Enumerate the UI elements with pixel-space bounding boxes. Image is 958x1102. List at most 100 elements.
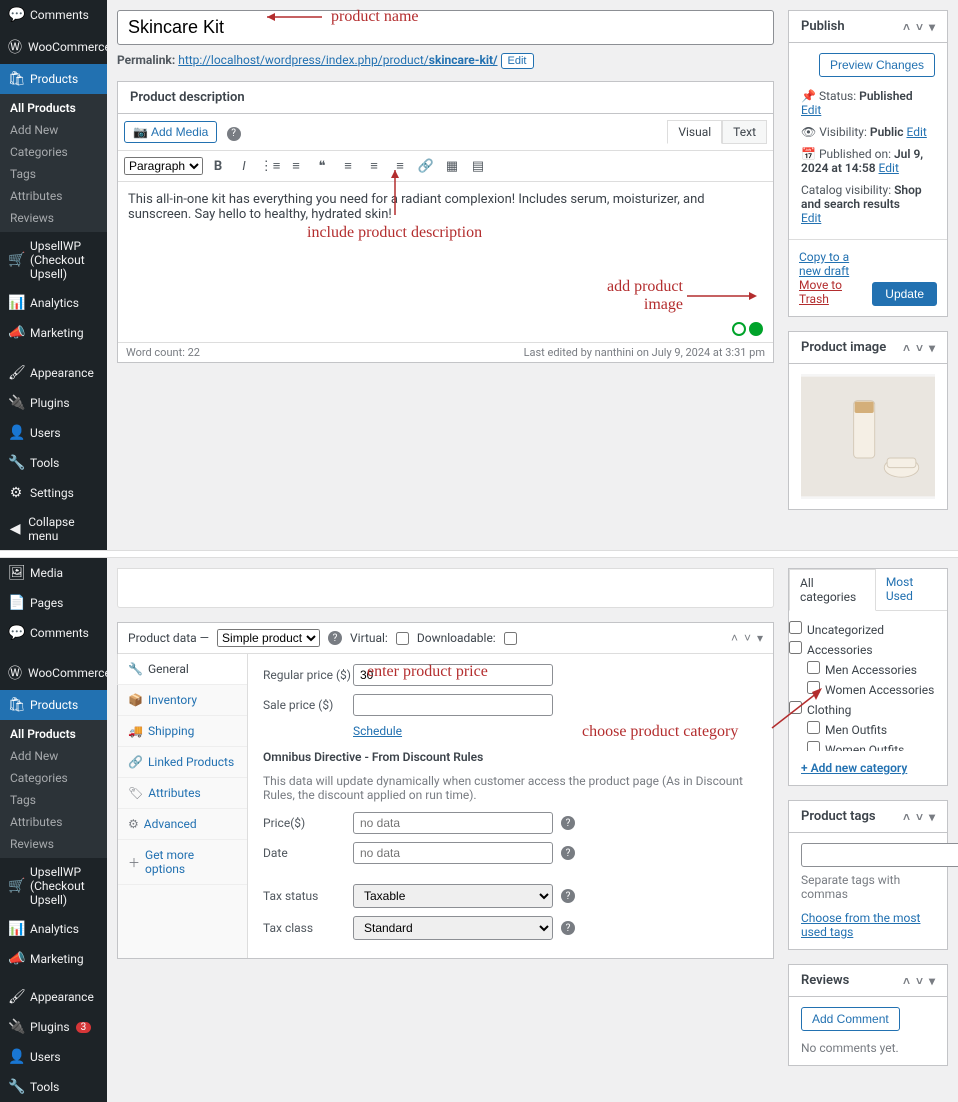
sidebar-item-users[interactable]: 👤Users <box>0 1042 107 1072</box>
sidebar-item-users[interactable]: 👤Users <box>0 418 107 448</box>
align-right-button[interactable]: ≡ <box>389 155 411 177</box>
product-image-preview[interactable] <box>801 374 935 499</box>
add-comment-button[interactable]: Add Comment <box>801 1007 900 1031</box>
tab-inventory[interactable]: 📦Inventory <box>118 685 247 716</box>
chevron-up-icon[interactable]: ˄ <box>903 974 910 988</box>
cat-men-accessories[interactable] <box>807 661 820 674</box>
cat-accessories[interactable] <box>789 641 802 654</box>
sidebar-item-plugins[interactable]: 🔌Plugins <box>0 388 107 418</box>
tag-input[interactable] <box>801 843 958 867</box>
sidebar-item-marketing[interactable]: 📣Marketing <box>0 318 107 348</box>
tab-more[interactable]: ＋Get more options <box>118 840 247 885</box>
sidebar-item-plugins[interactable]: 🔌Plugins 3 <box>0 1012 107 1042</box>
quote-button[interactable]: ❝ <box>311 155 333 177</box>
submenu-all-products[interactable]: All Products <box>0 97 107 119</box>
tab-shipping[interactable]: 🚚Shipping <box>118 716 247 747</box>
submenu-add-new[interactable]: Add New <box>0 119 107 141</box>
tax-class-select[interactable]: Standard <box>353 916 553 940</box>
sidebar-item-marketing[interactable]: 📣Marketing <box>0 944 107 974</box>
toggle-icon[interactable]: ▾ <box>929 810 935 824</box>
product-type-select[interactable]: Simple product <box>217 629 320 647</box>
sidebar-item-appearance[interactable]: 🖌Appearance <box>0 358 107 388</box>
tab-text[interactable]: Text <box>722 120 767 144</box>
chevron-up-icon[interactable]: ˄ <box>731 631 738 645</box>
sidebar-item-woocommerce[interactable]: ⓌWooCommerce <box>0 30 107 64</box>
help-icon[interactable]: ? <box>227 127 241 141</box>
cat-uncategorized[interactable] <box>789 621 802 634</box>
ul-button[interactable]: ⋮≡ <box>259 155 281 177</box>
chevron-down-icon[interactable]: ˅ <box>744 631 751 645</box>
add-media-button[interactable]: 📷Add Media <box>124 121 217 143</box>
tab-most-used[interactable]: Most Used <box>876 569 947 610</box>
tab-linked[interactable]: 🔗Linked Products <box>118 747 247 778</box>
schedule-link[interactable]: Schedule <box>353 724 758 738</box>
sidebar-item-appearance[interactable]: 🖌Appearance <box>0 982 107 1012</box>
submenu-tags[interactable]: Tags <box>0 163 107 185</box>
sidebar-item-settings[interactable]: ⚙Settings <box>0 478 107 508</box>
chevron-down-icon[interactable]: ˅ <box>916 974 923 988</box>
cat-women-outfits[interactable] <box>807 741 820 751</box>
align-left-button[interactable]: ≡ <box>337 155 359 177</box>
ol-button[interactable]: ≡ <box>285 155 307 177</box>
edit-catalog-link[interactable]: Edit <box>801 211 821 225</box>
submenu-attributes[interactable]: Attributes <box>0 185 107 207</box>
product-title-input[interactable] <box>117 10 774 45</box>
chevron-down-icon[interactable]: ˅ <box>916 341 923 355</box>
chevron-up-icon[interactable]: ˄ <box>903 341 910 355</box>
submenu-categories[interactable]: Categories <box>0 141 107 163</box>
tax-status-select[interactable]: Taxable <box>353 884 553 908</box>
sale-price-input[interactable] <box>353 694 553 716</box>
sidebar-item-media[interactable]: 🖼Media <box>0 558 107 588</box>
tab-attributes[interactable]: 🏷Attributes <box>118 778 247 809</box>
virtual-checkbox[interactable] <box>396 632 409 645</box>
help-icon[interactable]: ? <box>561 846 575 860</box>
short-description-box[interactable] <box>117 568 774 608</box>
more-button[interactable]: ▦ <box>441 155 463 177</box>
copy-draft-link[interactable]: Copy to a new draft <box>799 250 872 278</box>
toggle-icon[interactable]: ▾ <box>929 974 935 988</box>
chevron-down-icon[interactable]: ˅ <box>916 20 923 34</box>
edit-date-link[interactable]: Edit <box>879 161 899 175</box>
cat-clothing[interactable] <box>789 701 802 714</box>
chevron-up-icon[interactable]: ˄ <box>903 810 910 824</box>
preview-changes-button[interactable]: Preview Changes <box>819 53 935 77</box>
sidebar-item-tools[interactable]: 🔧Tools <box>0 448 107 478</box>
submenu-reviews[interactable]: Reviews <box>0 833 107 855</box>
toggle-icon[interactable]: ▾ <box>757 631 763 645</box>
choose-tags-link[interactable]: Choose from the most used tags <box>801 911 935 939</box>
add-category-link[interactable]: + Add new category <box>801 761 935 775</box>
help-icon[interactable]: ? <box>561 889 575 903</box>
bold-button[interactable]: B <box>207 155 229 177</box>
sidebar-item-woocommerce[interactable]: ⓌWooCommerce <box>0 656 107 690</box>
align-center-button[interactable]: ≡ <box>363 155 385 177</box>
sidebar-item-upsell[interactable]: 🛒UpsellWP (Checkout Upsell) <box>0 232 107 288</box>
editor-content[interactable]: This all-in-one kit has everything you n… <box>118 182 773 342</box>
submenu-all-products[interactable]: All Products <box>0 723 107 745</box>
regular-price-input[interactable] <box>353 664 553 686</box>
sidebar-item-products[interactable]: 🛍Products <box>0 64 107 94</box>
tab-general[interactable]: 🔧General <box>117 654 247 685</box>
paragraph-select[interactable]: Paragraph <box>124 157 203 175</box>
omnibus-date-input[interactable] <box>353 842 553 864</box>
submenu-tags[interactable]: Tags <box>0 789 107 811</box>
toggle-icon[interactable]: ▾ <box>929 20 935 34</box>
permalink-edit-button[interactable]: Edit <box>501 53 534 69</box>
sidebar-item-comments[interactable]: 💬Comments <box>0 618 107 648</box>
toggle-toolbar-button[interactable]: ▤ <box>467 155 489 177</box>
update-button[interactable]: Update <box>872 282 937 306</box>
sidebar-item-tools[interactable]: 🔧Tools <box>0 1072 107 1102</box>
edit-visibility-link[interactable]: Edit <box>907 125 927 139</box>
collapse-menu[interactable]: ◀Collapse menu <box>0 508 107 550</box>
help-icon[interactable]: ? <box>328 631 342 645</box>
cat-men-outfits[interactable] <box>807 721 820 734</box>
submenu-reviews[interactable]: Reviews <box>0 207 107 229</box>
submenu-add-new[interactable]: Add New <box>0 745 107 767</box>
cat-women-accessories[interactable] <box>807 681 820 694</box>
tab-advanced[interactable]: ⚙Advanced <box>118 809 247 840</box>
sidebar-item-analytics[interactable]: 📊Analytics <box>0 288 107 318</box>
download-checkbox[interactable] <box>504 632 517 645</box>
sidebar-item-analytics[interactable]: 📊Analytics <box>0 914 107 944</box>
edit-status-link[interactable]: Edit <box>801 103 821 117</box>
sidebar-item-products[interactable]: 🛍Products <box>0 690 107 720</box>
help-icon[interactable]: ? <box>561 816 575 830</box>
